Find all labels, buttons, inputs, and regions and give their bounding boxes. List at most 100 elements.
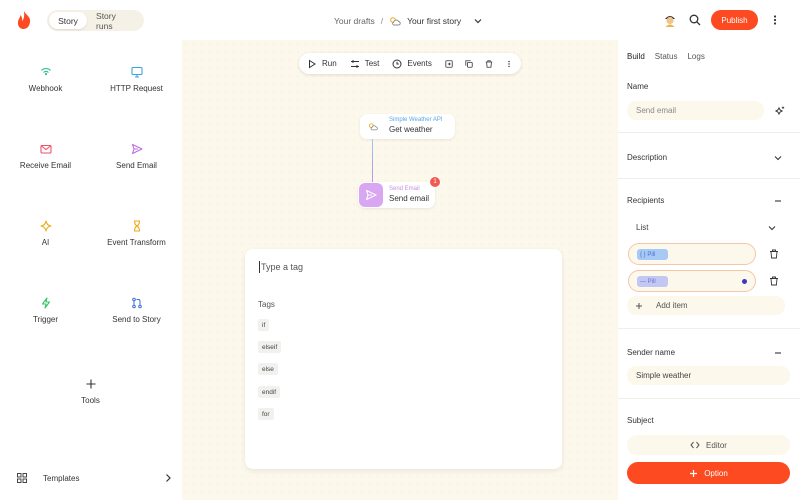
cloud-sun-icon — [369, 123, 378, 131]
tag-chip[interactable]: endif — [258, 386, 281, 398]
templates-button[interactable]: Templates — [17, 472, 177, 484]
tag-search-input[interactable] — [259, 261, 539, 273]
name-field[interactable] — [627, 101, 764, 120]
sparkle-icon[interactable] — [775, 106, 785, 116]
templates-label: Templates — [43, 473, 80, 483]
minus-icon[interactable] — [773, 348, 783, 358]
node-title: Send email — [389, 194, 430, 203]
chevron-down-icon[interactable] — [773, 153, 783, 163]
avatar[interactable] — [662, 12, 678, 28]
tile-send-email[interactable]: Send Email — [91, 143, 182, 193]
trash-icon[interactable] — [769, 249, 779, 259]
tab-build[interactable]: Build — [627, 52, 645, 61]
tile-label: Tools — [81, 396, 100, 405]
subject-label: Subject — [627, 416, 654, 425]
editor-button[interactable]: Editor — [627, 435, 790, 455]
tile-label: AI — [41, 238, 50, 247]
flame-logo-icon[interactable] — [17, 11, 31, 29]
name-label: Name — [627, 82, 649, 91]
trash-icon[interactable] — [485, 59, 493, 69]
more-vertical-icon[interactable] — [505, 59, 513, 69]
breadcrumb-parent[interactable]: Your drafts — [334, 16, 375, 26]
recipient-field[interactable]: — Pill — [628, 270, 756, 292]
tile-send-to-story[interactable]: Send to Story — [91, 297, 182, 347]
node-get-weather[interactable]: Simple Weather API Get weather — [360, 114, 455, 139]
tag-chip[interactable]: if — [258, 319, 270, 331]
description-label[interactable]: Description — [627, 153, 667, 162]
panel-tabs: Build Status Logs — [627, 52, 705, 61]
bolt-icon — [41, 297, 50, 309]
tag-chip[interactable]: elseif — [258, 341, 282, 353]
variable-pill[interactable]: { } Pill — [637, 249, 668, 260]
run-button[interactable]: Run — [307, 59, 337, 69]
tile-event-transform[interactable]: Event Transform — [91, 220, 182, 270]
search-icon[interactable] — [688, 13, 702, 27]
more-vertical-icon[interactable] — [768, 13, 782, 27]
copy-icon[interactable] — [465, 59, 473, 69]
test-label: Test — [364, 59, 380, 68]
tab-story-runs[interactable]: Story runs — [87, 11, 142, 31]
story-tabs: Story Story runs — [47, 10, 144, 31]
export-icon[interactable] — [445, 59, 453, 69]
divider — [618, 178, 800, 179]
breadcrumb-separator: / — [380, 16, 384, 26]
status-dot — [742, 279, 747, 284]
add-item-label: Add item — [656, 301, 688, 310]
tag-chip[interactable]: else — [258, 363, 278, 375]
option-label: Option — [704, 468, 728, 478]
node-send-email[interactable]: Send Email Send email — [358, 182, 435, 208]
tile-ai[interactable]: AI — [0, 220, 91, 270]
breadcrumb: Your drafts / Your first story — [334, 13, 483, 29]
story-title[interactable]: Your first story — [407, 16, 461, 26]
tile-trigger[interactable]: Trigger — [0, 297, 91, 347]
publish-button[interactable]: Publish — [711, 10, 758, 30]
chevron-right-icon — [166, 474, 171, 482]
sparkle-icon — [39, 220, 52, 232]
monitor-icon — [130, 66, 143, 78]
divider — [618, 132, 800, 133]
list-dropdown-value: List — [636, 223, 649, 232]
tab-logs[interactable]: Logs — [687, 52, 704, 61]
name-input[interactable] — [636, 106, 764, 115]
tile-label: Event Transform — [107, 238, 166, 247]
clock-icon — [392, 59, 402, 68]
tile-label: Receive Email — [19, 161, 72, 170]
test-icon — [350, 59, 359, 68]
node-title: Get weather — [389, 125, 433, 134]
divider — [618, 328, 800, 329]
play-icon — [309, 59, 316, 68]
tab-status[interactable]: Status — [655, 52, 678, 61]
tag-chip[interactable]: for — [258, 408, 274, 420]
minus-icon[interactable] — [773, 196, 783, 206]
divider — [618, 398, 800, 399]
plus-icon — [690, 469, 698, 477]
variable-pill[interactable]: — Pill — [637, 276, 668, 287]
events-button[interactable]: Events — [392, 59, 432, 69]
canvas-toolbar: Run Test Events — [299, 53, 521, 74]
tag-picker: Tags if elseif else endif for — [245, 249, 562, 469]
test-button[interactable]: Test — [350, 59, 380, 69]
tab-story[interactable]: Story — [49, 12, 88, 29]
tile-label: Send Email — [116, 161, 157, 170]
node-connector — [372, 139, 373, 184]
error-badge[interactable]: 1 — [429, 176, 441, 188]
recipient-field[interactable]: { } Pill — [628, 243, 756, 265]
tile-http-request[interactable]: HTTP Request — [91, 66, 182, 116]
trash-icon[interactable] — [769, 276, 779, 286]
tile-tools[interactable]: Tools — [45, 378, 136, 428]
editor-label: Editor — [706, 440, 727, 450]
tile-label: HTTP Request — [110, 84, 163, 93]
run-label: Run — [322, 59, 337, 68]
tile-label: Send to Story — [112, 315, 161, 324]
cloud-sun-icon — [390, 17, 401, 26]
chevron-down-icon[interactable] — [473, 16, 483, 26]
webhook-icon — [40, 68, 51, 76]
list-dropdown[interactable]: List — [627, 219, 785, 236]
add-option-button[interactable]: Option — [627, 462, 790, 484]
add-item-button[interactable]: Add item — [627, 296, 785, 315]
tile-webhook[interactable]: Webhook — [0, 66, 91, 116]
chevron-down-icon[interactable] — [767, 223, 777, 233]
tile-receive-email[interactable]: Receive Email — [0, 143, 91, 193]
sender-name-field[interactable]: Simple weather — [627, 366, 790, 385]
hourglass-icon — [133, 220, 140, 232]
